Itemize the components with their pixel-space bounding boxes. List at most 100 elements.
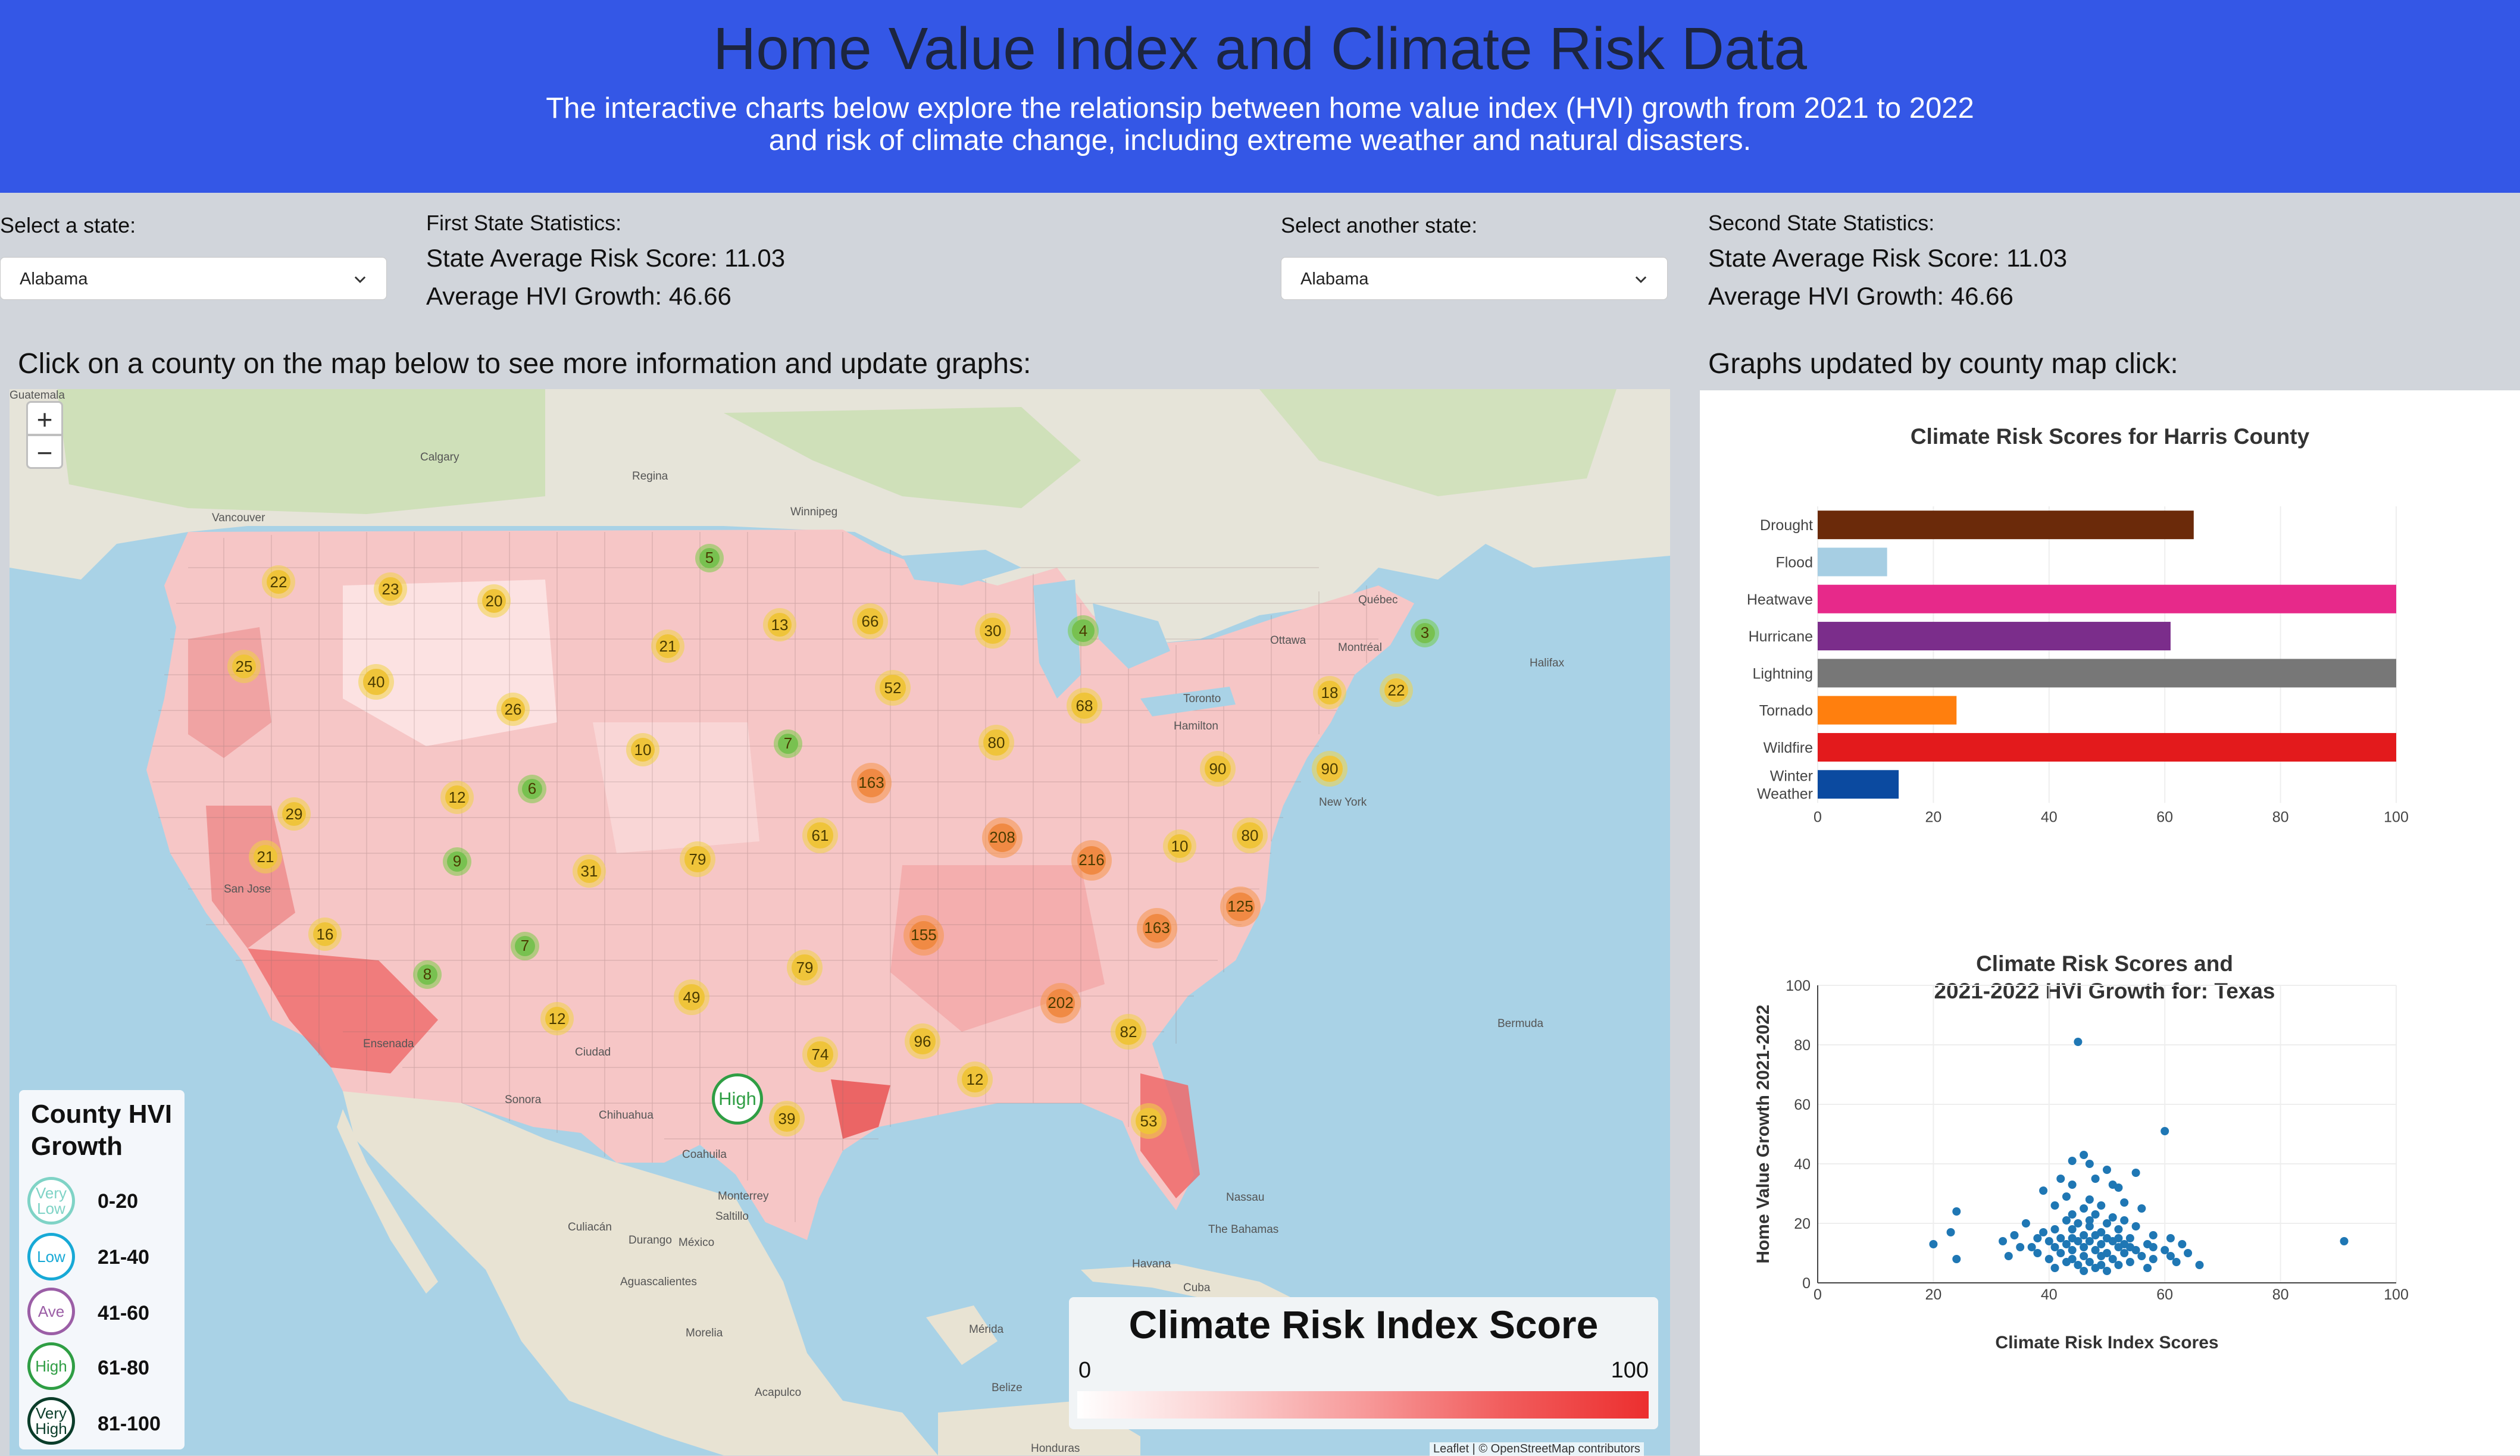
bar-flood[interactable] [1818,547,1887,577]
cluster-marker[interactable]: 30 [975,613,1011,649]
cluster-marker[interactable]: 90 [1200,751,1236,787]
scatter-point[interactable] [2085,1258,2094,1266]
scatter-point[interactable] [2085,1160,2094,1168]
scatter-point[interactable] [2120,1198,2129,1207]
cluster-marker[interactable]: 49 [674,979,709,1015]
scatter-point[interactable] [2178,1240,2187,1248]
scatter-point[interactable] [2166,1234,2175,1242]
scatter-point[interactable] [1999,1237,2008,1245]
scatter-point[interactable] [2080,1231,2088,1239]
scatter-point[interactable] [2080,1267,2088,1275]
scatter-point[interactable] [2108,1255,2117,1263]
cluster-marker[interactable]: 82 [1111,1014,1146,1050]
scatter-point[interactable] [2120,1216,2129,1225]
first-state-select[interactable]: Alabama [0,257,387,300]
cluster-marker[interactable]: 18 [1313,676,1346,709]
scatter-point[interactable] [2068,1234,2077,1242]
cluster-marker[interactable]: 202 [1040,983,1081,1023]
scatter-point[interactable] [2016,1243,2025,1251]
cluster-marker[interactable]: 208 [982,818,1023,858]
scatter-point[interactable] [2062,1192,2071,1201]
scatter-point[interactable] [2161,1127,2169,1135]
scatter-point[interactable] [2039,1228,2048,1236]
cluster-marker[interactable]: 3 [1411,619,1439,647]
scatter-point[interactable] [2120,1249,2129,1257]
scatter-point[interactable] [2195,1261,2204,1269]
scatter-point[interactable] [2056,1249,2065,1257]
scatter-point[interactable] [2050,1264,2059,1272]
scatter-point[interactable] [2114,1234,2123,1242]
cluster-marker[interactable]: 7 [511,932,539,960]
bar-drought[interactable] [1818,511,2194,540]
scatter-point[interactable] [2125,1234,2134,1242]
scatter-point[interactable] [2068,1181,2077,1189]
scatter-point[interactable] [2033,1234,2042,1242]
selected-county-marker[interactable]: High [712,1073,763,1125]
scatter-point[interactable] [1946,1228,1955,1236]
cluster-marker[interactable]: 39 [769,1101,805,1136]
cluster-marker[interactable]: 26 [496,693,530,726]
scatter-point[interactable] [2033,1249,2042,1257]
scatter-point[interactable] [2161,1246,2169,1254]
scatter-point[interactable] [2149,1255,2158,1263]
scatter-point[interactable] [2172,1258,2181,1266]
scatter-point[interactable] [2056,1175,2065,1183]
scatter-point[interactable] [2108,1213,2117,1222]
map-attribution[interactable]: Leaflet | © OpenStreetMap contributors [1430,1442,1644,1456]
bar-winter-weather[interactable] [1818,770,1899,799]
cluster-marker[interactable]: 12 [957,1062,993,1097]
cluster-marker[interactable]: 5 [695,544,724,572]
cluster-marker[interactable]: 23 [374,572,407,606]
scatter-point[interactable] [2044,1237,2053,1245]
cluster-marker[interactable]: 4 [1068,615,1099,646]
cluster-marker[interactable]: 74 [802,1037,838,1072]
scatter-point[interactable] [2050,1225,2059,1233]
scatter-point[interactable] [2068,1246,2077,1254]
scatter-point[interactable] [2184,1249,2193,1257]
cluster-marker[interactable]: 216 [1071,840,1112,881]
scatter-point[interactable] [2103,1166,2111,1174]
scatter-point[interactable] [2085,1237,2094,1245]
scatter-point[interactable] [2340,1237,2349,1245]
cluster-marker[interactable]: 163 [851,763,892,803]
scatter-point[interactable] [2114,1183,2123,1192]
cluster-marker[interactable]: 20 [477,584,511,618]
scatter-point[interactable] [2004,1252,2013,1260]
scatter-point[interactable] [2114,1261,2123,1269]
scatter-point[interactable] [2097,1252,2106,1260]
cluster-marker[interactable]: 31 [573,854,606,888]
scatter-point[interactable] [2143,1264,2152,1272]
cluster-marker[interactable]: 53 [1131,1103,1167,1139]
cluster-marker[interactable]: 6 [518,775,546,803]
cluster-marker[interactable]: 40 [358,664,394,700]
zoom-out-button[interactable]: − [26,434,63,469]
scatter-point[interactable] [2137,1204,2146,1213]
bar-heatwave[interactable] [1818,584,2396,613]
cluster-marker[interactable]: 96 [905,1023,940,1059]
cluster-marker[interactable]: 79 [680,841,715,877]
scatter-point[interactable] [2091,1246,2100,1254]
cluster-marker[interactable]: 10 [626,733,659,766]
bar-lightning[interactable] [1818,659,2396,688]
scatter-point[interactable] [2114,1225,2123,1233]
scatter-point[interactable] [2166,1252,2175,1260]
scatter-point[interactable] [1952,1255,1961,1263]
scatter-point[interactable] [2050,1243,2059,1251]
cluster-marker[interactable]: 68 [1067,688,1102,724]
county-map[interactable]: 22 23 5 20 25 40 21 13 66 30 4 3 26 52 68 18 22 10 7 80 12 6 1… [10,389,1670,1455]
scatter-point[interactable] [2027,1243,2036,1251]
cluster-marker[interactable]: 61 [802,818,838,853]
scatter-point[interactable] [2137,1252,2146,1260]
cluster-marker[interactable]: 90 [1312,751,1347,787]
scatter-point[interactable] [2131,1222,2140,1230]
cluster-marker[interactable]: 10 [1163,829,1196,863]
cluster-marker[interactable]: 22 [1380,674,1413,707]
zoom-in-button[interactable]: + [26,401,63,436]
cluster-marker[interactable]: 7 [774,729,802,758]
scatter-point[interactable] [2085,1216,2094,1225]
scatter-point[interactable] [2103,1267,2111,1275]
cluster-marker[interactable]: 52 [875,670,911,706]
scatter-point[interactable] [2074,1261,2083,1269]
scatter-point[interactable] [1952,1207,1961,1216]
scatter-point[interactable] [2010,1231,2019,1239]
